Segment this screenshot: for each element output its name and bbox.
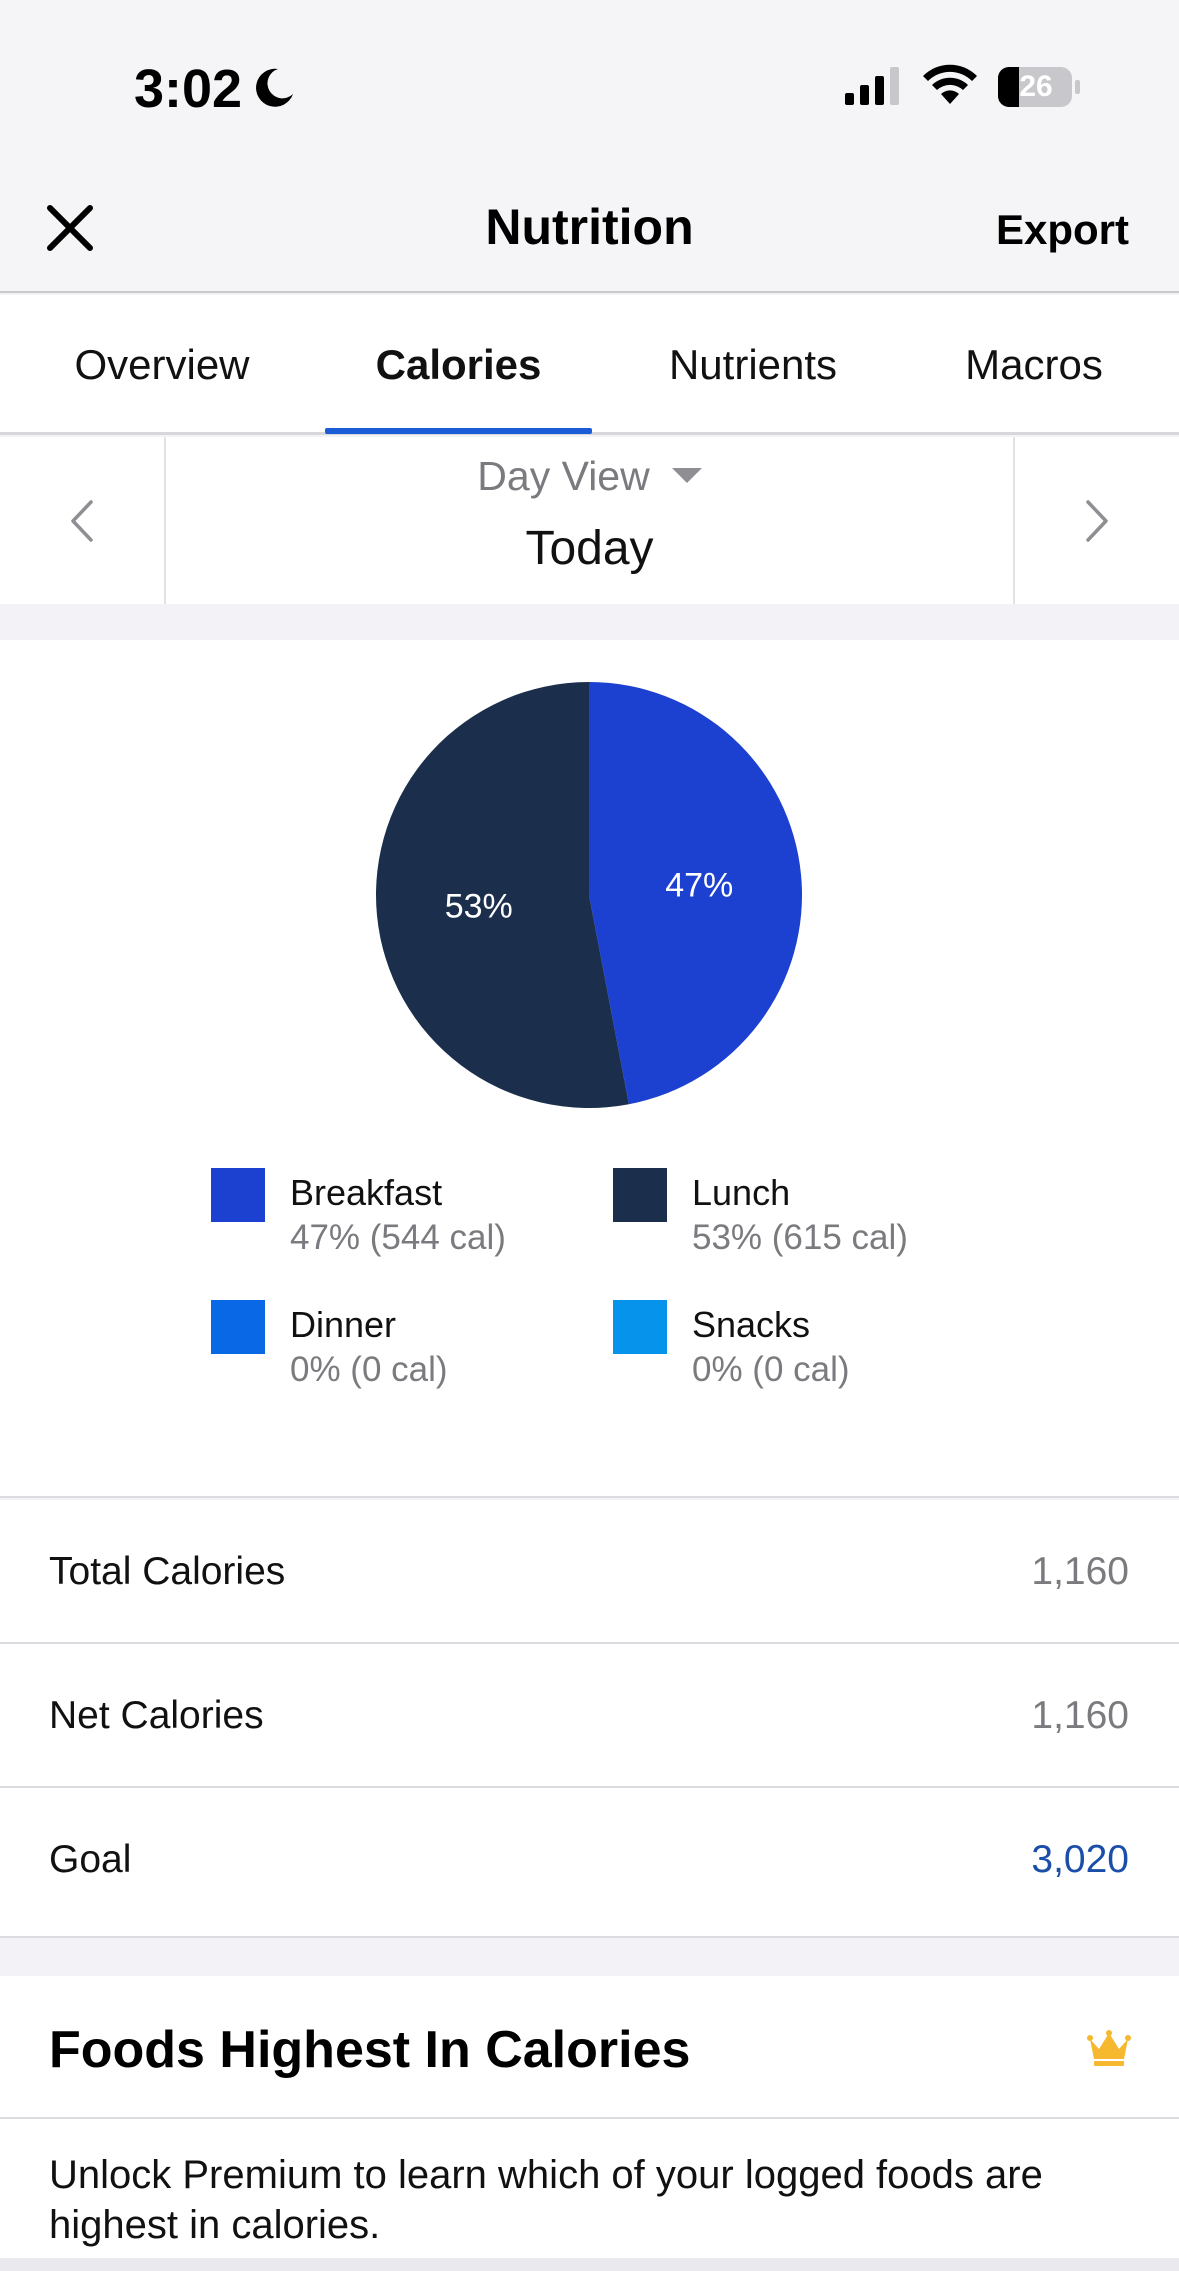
tab-bar: Overview Calories Nutrients Macros [0, 295, 1179, 435]
day-view-dropdown[interactable]: Day View [0, 453, 1179, 500]
stat-row-net-calories: Net Calories 1,160 [0, 1644, 1179, 1788]
export-button[interactable]: Export [996, 206, 1129, 254]
foods-highest-in-calories-section: Foods Highest In Calories Unlock Premium… [0, 1976, 1179, 2271]
stat-label: Total Calories [49, 1550, 286, 1593]
calorie-breakdown-card: 47% 53% Breakfast 47% (544 cal) Lunch 53%… [0, 640, 1179, 1498]
legend-value: 47% (544 cal) [290, 1218, 506, 1257]
wifi-icon [923, 64, 977, 104]
legend-name: Dinner [290, 1304, 397, 1345]
tab-overview[interactable]: Overview [42, 295, 282, 435]
nutrition-screen: 3:02 26 Nutrition Export Overview Calori… [0, 0, 1179, 2271]
legend-value: 0% (0 cal) [692, 1350, 850, 1389]
legend-value: 0% (0 cal) [290, 1350, 448, 1389]
chevron-right-icon [1086, 499, 1108, 542]
moon-icon [256, 68, 293, 107]
active-tab-indicator [325, 428, 592, 434]
tab-nutrients[interactable]: Nutrients [640, 295, 866, 435]
stat-label: Goal [49, 1838, 132, 1881]
caret-down-icon [671, 467, 702, 483]
stat-label: Net Calories [49, 1694, 264, 1737]
legend-lunch: Lunch 53% (615 cal) [613, 1168, 993, 1268]
battery-percent: 26 [1019, 70, 1053, 103]
stat-value: 1,160 [1031, 1694, 1129, 1737]
tab-calories[interactable]: Calories [325, 295, 592, 435]
legend-snacks: Snacks 0% (0 cal) [613, 1300, 993, 1400]
pie-label-breakfast: 47% [665, 867, 733, 905]
pie-label-lunch: 53% [445, 887, 513, 925]
tab-macros[interactable]: Macros [936, 295, 1132, 435]
current-date-label: Today [525, 522, 654, 575]
legend-swatch [211, 1168, 265, 1222]
stat-row-total-calories: Total Calories 1,160 [0, 1500, 1179, 1644]
battery-indicator: 26 [997, 66, 1081, 108]
premium-upsell-text[interactable]: Unlock Premium to learn which of your lo… [49, 2150, 1129, 2250]
stat-row-goal[interactable]: Goal 3,020 [0, 1788, 1179, 1938]
navigation-bar: Nutrition Export [0, 170, 1179, 293]
stat-value: 1,160 [1031, 1550, 1129, 1593]
crown-icon[interactable] [1087, 2029, 1131, 2067]
legend-name: Breakfast [290, 1172, 443, 1213]
day-view-label: Day View [477, 453, 650, 499]
goal-value[interactable]: 3,020 [1031, 1838, 1129, 1882]
cellular-signal-icon [845, 67, 899, 105]
calories-pie-chart: 47% 53% [376, 682, 803, 1108]
legend-name: Lunch [692, 1172, 791, 1213]
status-time: 3:02 [134, 59, 243, 119]
status-bar: 3:02 26 [0, 0, 1179, 170]
legend-breakfast: Breakfast 47% (544 cal) [211, 1168, 591, 1268]
legend-name: Snacks [692, 1304, 811, 1345]
section-title: Foods Highest In Calories [49, 2021, 691, 2079]
legend-swatch [613, 1300, 667, 1354]
next-day-button[interactable] [1013, 437, 1179, 604]
bottom-divider [0, 2258, 1179, 2271]
legend-value: 53% (615 cal) [692, 1218, 908, 1257]
legend-swatch [613, 1168, 667, 1222]
legend-dinner: Dinner 0% (0 cal) [211, 1300, 591, 1400]
section-header: Foods Highest In Calories [0, 1976, 1179, 2119]
date-selector: Day View Today [0, 437, 1179, 604]
legend-swatch [211, 1300, 265, 1354]
calorie-stats-list: Total Calories 1,160 Net Calories 1,160 … [0, 1500, 1179, 1938]
